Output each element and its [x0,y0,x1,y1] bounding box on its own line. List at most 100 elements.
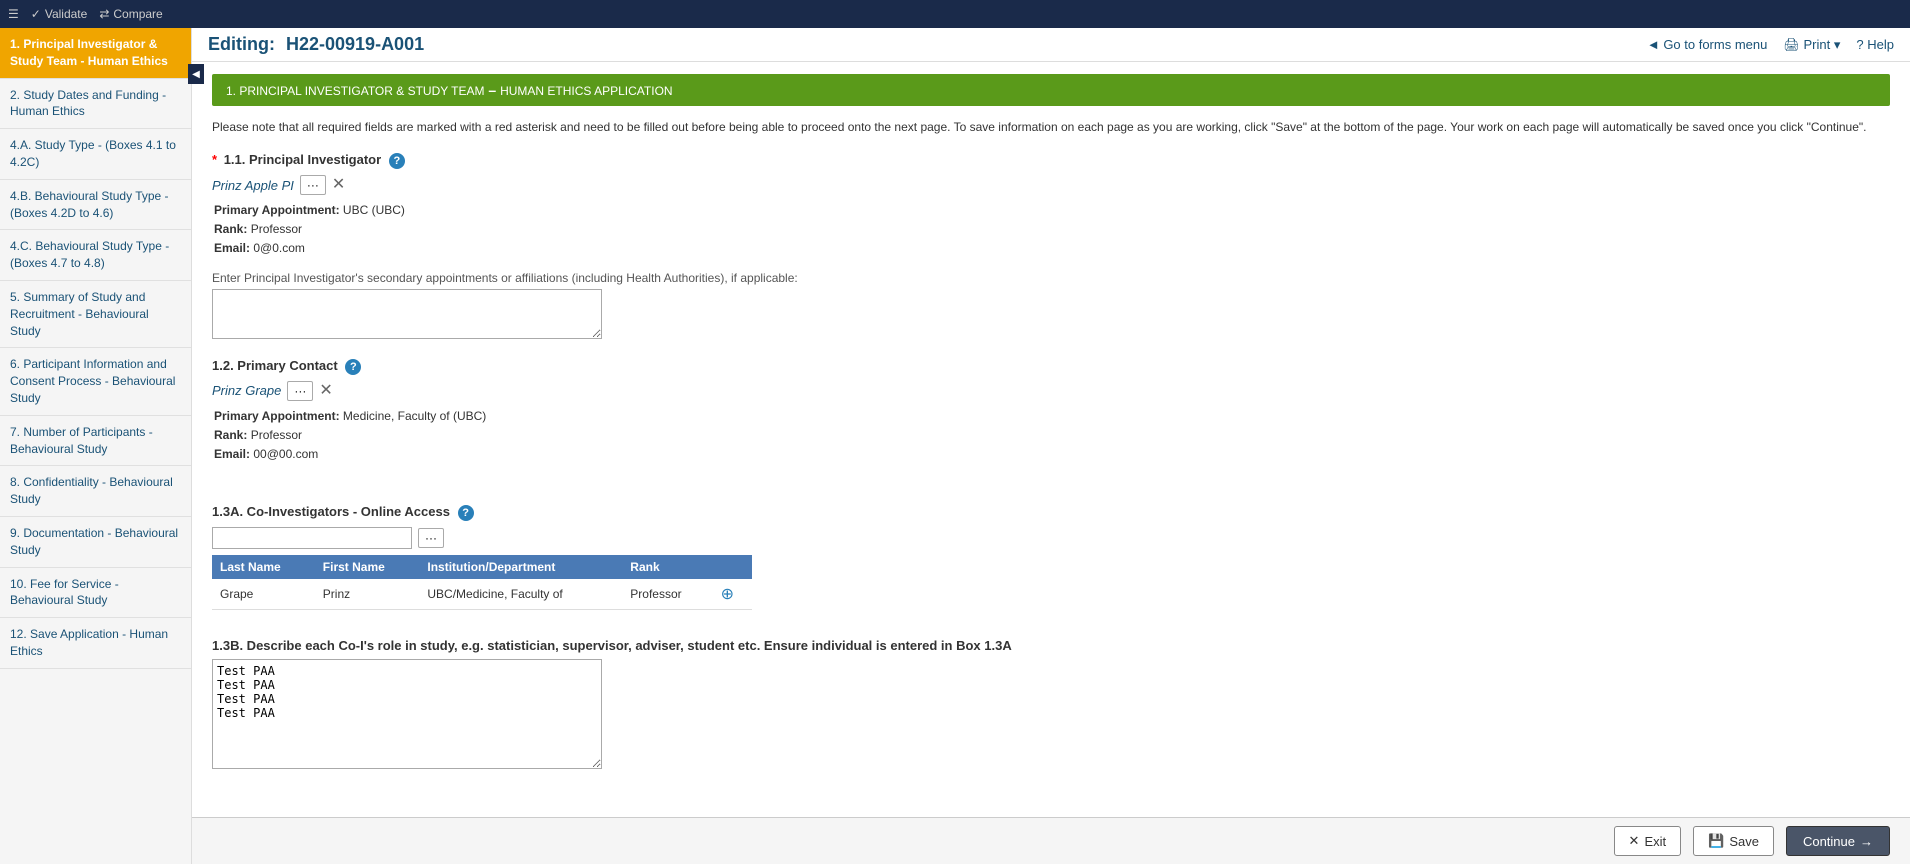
pc-help-icon[interactable]: ? [345,359,361,375]
pi-required-star: * [212,152,217,167]
pc-rank-value: Professor [251,428,302,442]
coinv-search-area: ··· [212,527,1890,549]
pi-appt-value: UBC (UBC) [343,203,405,217]
sidebar-item-1[interactable]: 1. Principal Investigator & Study Team -… [0,28,191,79]
coinv-roles-textarea[interactable] [212,659,602,769]
section-header: 1. PRINCIPAL INVESTIGATOR & STUDY TEAM –… [212,74,1890,106]
help-icon: ? [1856,37,1863,52]
row-rank: Professor [622,579,712,610]
table-row: Grape Prinz UBC/Medicine, Faculty of Pro… [212,579,752,610]
pi-appt-label: Primary Appointment: [214,203,340,217]
row-remove-cell: ⊕ [713,579,752,610]
continue-icon: → [1860,834,1873,849]
pc-remove-button[interactable]: ✕ [319,383,332,399]
validate-button[interactable]: ✓ Validate [31,7,88,21]
pi-help-icon[interactable]: ? [389,153,405,169]
pi-rank-value: Professor [251,222,302,236]
sidebar-collapse-button[interactable]: ◀ [188,64,204,84]
pc-appt-label: Primary Appointment: [214,409,340,423]
coinv-roles-field-group: 1.3B. Describe each Co-I's role in study… [212,638,1890,772]
print-button[interactable]: 🖨 Print ▾ [1783,37,1840,53]
sidebar-item-7[interactable]: 7. Number of Participants - Behavioural … [0,416,191,467]
pi-secondary-textarea[interactable] [212,289,602,339]
coinv-field-group: 1.3A. Co-Investigators - Online Access ?… [212,504,1890,610]
notice-text: Please note that all required fields are… [212,118,1890,136]
pc-info: Primary Appointment: Medicine, Faculty o… [214,407,1890,465]
pi-name: Prinz Apple PI [212,178,294,193]
compare-label: Compare [113,7,162,21]
sidebar: 1. Principal Investigator & Study Team -… [0,28,192,864]
sidebar-item-4a[interactable]: 4.A. Study Type - (Boxes 4.1 to 4.2C) [0,129,191,180]
go-to-forms-link[interactable]: ◄ Go to forms menu [1647,37,1768,52]
sidebar-item-10[interactable]: 10. Fee for Service - Behavioural Study [0,568,191,619]
form-content: 1. PRINCIPAL INVESTIGATOR & STUDY TEAM –… [192,62,1910,864]
sidebar-item-4c[interactable]: 4.C. Behavioural Study Type - (Boxes 4.7… [0,230,191,281]
menu-icon: ☰ [8,7,19,21]
sidebar-item-4b[interactable]: 4.B. Behavioural Study Type - (Boxes 4.2… [0,180,191,231]
pi-label: * 1.1. Principal Investigator ? [212,152,1890,169]
sidebar-item-12[interactable]: 12. Save Application - Human Ethics [0,618,191,669]
content-header: Editing: H22-00919-A001 ◄ Go to forms me… [192,28,1910,62]
pi-remove-button[interactable]: ✕ [332,177,345,193]
pc-label: 1.2. Primary Contact ? [212,358,1890,375]
pc-email-value: 00@00.com [253,447,318,461]
pi-selector: Prinz Apple PI ··· ✕ [212,175,1890,195]
row-institution: UBC/Medicine, Faculty of [419,579,622,610]
coinv-table: Last Name First Name Institution/Departm… [212,555,752,610]
section-subtitle: HUMAN ETHICS APPLICATION [500,84,672,98]
coinv-roles-label: 1.3B. Describe each Co-I's role in study… [212,638,1890,653]
row-lastname: Grape [212,579,315,610]
row-firstname: Prinz [315,579,420,610]
sidebar-item-6[interactable]: 6. Participant Information and Consent P… [0,348,191,415]
arrow-left-icon: ◄ [1647,37,1660,52]
header-actions: ◄ Go to forms menu 🖨 Print ▾ ? Help [1647,37,1894,53]
pc-name: Prinz Grape [212,383,281,398]
col-firstname: First Name [315,555,420,579]
pc-rank-label: Rank: [214,428,247,442]
exit-icon: ✕ [1629,833,1640,849]
pc-select-button[interactable]: ··· [287,381,313,401]
continue-button[interactable]: Continue → [1786,826,1890,856]
col-institution: Institution/Department [419,555,622,579]
help-link[interactable]: ? Help [1856,37,1894,52]
coinv-help-icon[interactable]: ? [458,505,474,521]
pc-field-group: 1.2. Primary Contact ? Prinz Grape ··· ✕… [212,358,1890,465]
pc-email-label: Email: [214,447,250,461]
pi-email-value: 0@0.com [253,241,305,255]
main-layout: 1. Principal Investigator & Study Team -… [0,28,1910,864]
sidebar-item-5[interactable]: 5. Summary of Study and Recruitment - Be… [0,281,191,348]
pi-rank-label: Rank: [214,222,247,236]
pi-info: Primary Appointment: UBC (UBC) Rank: Pro… [214,201,1890,259]
sidebar-item-9[interactable]: 9. Documentation - Behavioural Study [0,517,191,568]
validate-label: Validate [45,7,87,21]
pi-field-group: * 1.1. Principal Investigator ? Prinz Ap… [212,152,1890,342]
col-lastname: Last Name [212,555,315,579]
pi-secondary-label: Enter Principal Investigator's secondary… [212,271,1890,285]
editing-prefix: Editing: [208,34,275,54]
section-title: 1. PRINCIPAL INVESTIGATOR & STUDY TEAM [226,84,485,98]
sidebar-item-8[interactable]: 8. Confidentiality - Behavioural Study [0,466,191,517]
menu-button[interactable]: ☰ [8,7,19,21]
content-area: Editing: H22-00919-A001 ◄ Go to forms me… [192,28,1910,864]
pi-select-button[interactable]: ··· [300,175,326,195]
pc-selector: Prinz Grape ··· ✕ [212,381,1890,401]
save-icon: 💾 [1708,833,1724,849]
exit-button[interactable]: ✕ Exit [1614,826,1682,856]
bottom-action-bar: ✕ Exit 💾 Save Continue → [192,817,1910,864]
coinv-search-input[interactable] [212,527,412,549]
pc-appt-value: Medicine, Faculty of (UBC) [343,409,486,423]
row-remove-button[interactable]: ⊕ [721,584,734,604]
print-icon: 🖨 [1783,37,1800,52]
col-action [713,555,752,579]
print-dropdown-icon: ▾ [1834,37,1841,52]
topbar: ☰ ✓ Validate ⇄ Compare [0,0,1910,28]
pi-email-label: Email: [214,241,250,255]
coinv-search-button[interactable]: ··· [418,528,444,548]
compare-icon: ⇄ [99,7,109,21]
save-button[interactable]: 💾 Save [1693,826,1774,856]
compare-button[interactable]: ⇄ Compare [99,7,162,21]
sidebar-item-2[interactable]: 2. Study Dates and Funding - Human Ethic… [0,79,191,130]
form-id: H22-00919-A001 [286,34,424,54]
validate-icon: ✓ [31,7,41,21]
coinv-label: 1.3A. Co-Investigators - Online Access ? [212,504,1890,521]
